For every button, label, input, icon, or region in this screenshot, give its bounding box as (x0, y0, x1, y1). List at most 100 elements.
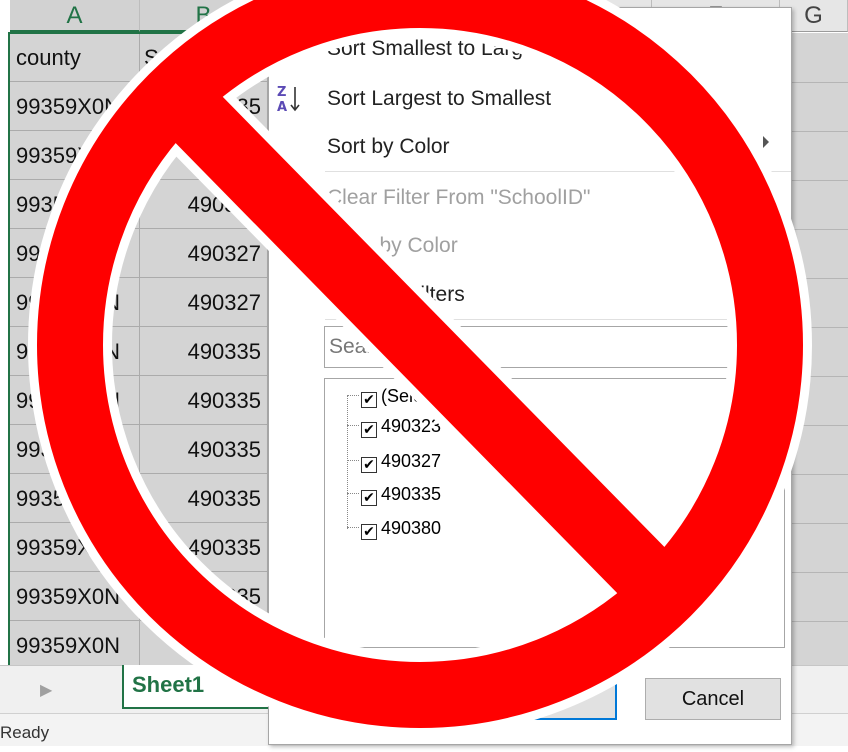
cell-schoolid[interactable]: 490335 (140, 327, 268, 376)
status-text: Ready (0, 723, 50, 742)
table-row: 99359X0N 490335 (10, 82, 268, 131)
cell-schoolid[interactable]: 490335 (140, 180, 268, 229)
tree-line (347, 395, 348, 529)
svg-text:A: A (277, 35, 287, 50)
cell-county[interactable]: 99359X0N (10, 278, 140, 327)
cell-county[interactable]: 99359X0N (10, 376, 140, 425)
filter-value-list: ✔ (Select All) ✔ 490323 ✔ 490327 ✔ 490335 ✔ 4… (324, 378, 785, 648)
menu-number-filters[interactable]: Number Filters (269, 271, 791, 319)
cell-header-county[interactable]: county (10, 33, 140, 82)
svg-text:A: A (277, 100, 287, 115)
sort-descending-icon: ZA (275, 83, 305, 115)
checkbox-checked-icon: ✔ (361, 490, 377, 506)
cell-county[interactable]: 99359X0N (10, 82, 140, 131)
gridline (790, 278, 848, 279)
checkbox-checked-icon: ✔ (361, 392, 377, 408)
tree-line (347, 460, 359, 461)
table-row: 99359X0N 490335 (10, 180, 268, 229)
table-row: 99359X0N 490327 (10, 229, 268, 278)
cell-schoolid[interactable]: 490335 (140, 376, 268, 425)
menu-clear-filter[interactable]: Clear Filter From "SchoolID" (269, 174, 791, 222)
cell-schoolid[interactable]: 490335 (140, 474, 268, 523)
tree-line (347, 527, 359, 528)
cell-schoolid[interactable]: 490335 (140, 82, 268, 131)
table-row: 99359X0N 490335 (10, 474, 268, 523)
gridline (790, 572, 848, 573)
gridline (790, 474, 848, 475)
checkbox-checked-icon: ✔ (361, 422, 377, 438)
sheet-tab[interactable]: Sheet1 (122, 665, 272, 709)
menu-label: Sort Largest to Smallest (327, 87, 552, 110)
checkbox-checked-icon: ✔ (361, 457, 377, 473)
gridline (790, 523, 848, 524)
filter-item-label: 490323 (381, 416, 442, 436)
cell-county[interactable]: 99359X0N (10, 327, 140, 376)
table-row: 99359X0N 490335 (10, 572, 268, 621)
tree-line (347, 425, 359, 426)
cell-county[interactable]: 99359X0N (10, 572, 140, 621)
cell-schoolid[interactable]: 490335 (140, 621, 268, 670)
menu-sort-by-color[interactable]: Sort by Color (269, 123, 791, 171)
column-header-a[interactable]: A (10, 0, 140, 32)
gridline (790, 131, 848, 132)
search-input[interactable]: Search (324, 326, 780, 368)
cell-schoolid[interactable]: 490335 (140, 425, 268, 474)
cell-schoolid[interactable]: 490335 (140, 131, 268, 180)
menu-filter-by-color[interactable]: Filter by Color (269, 222, 791, 270)
menu-separator (325, 319, 791, 320)
tab-scroll-right-icon[interactable]: ▶ (40, 680, 52, 700)
filter-item[interactable]: ✔ 490380 (361, 514, 441, 542)
search-icon (749, 333, 775, 375)
gridline (790, 425, 848, 426)
menu-sort-descending[interactable]: ZA Sort Largest to Smallest (269, 75, 791, 123)
cell-schoolid[interactable]: 490327 (140, 278, 268, 327)
cancel-button[interactable]: Cancel (645, 678, 781, 720)
cell-county[interactable]: 99359X0N (10, 131, 140, 180)
checkbox-checked-icon: ✔ (361, 524, 377, 540)
cell-schoolid[interactable]: 490335 (140, 523, 268, 572)
header-row: county SchoolID (10, 33, 268, 82)
column-header-b[interactable]: B (140, 0, 268, 32)
table-row: 99359X0N 490335 (10, 327, 268, 376)
table-row: 99359X0N 490335 (10, 376, 268, 425)
table-row: 99359X0N 490335 (10, 621, 268, 670)
table-row: 99359X0N 490335 (10, 523, 268, 572)
ok-button[interactable]: OK (487, 678, 617, 720)
cell-county[interactable]: 99359X0N (10, 621, 140, 670)
gridline (790, 229, 848, 230)
tree-line (347, 395, 359, 396)
gridline (790, 82, 848, 83)
menu-separator (325, 171, 791, 172)
gridline (790, 621, 848, 622)
chevron-down-icon (240, 56, 252, 62)
gridline (790, 327, 848, 328)
menu-sort-ascending[interactable]: AZ Sort Smallest to Largest (269, 25, 791, 73)
svg-text:Z: Z (277, 50, 286, 65)
cell-schoolid[interactable]: 490335 (140, 572, 268, 621)
tree-line (347, 493, 359, 494)
cell-grid: county SchoolID 99359X0N 490335 99359X0N 4… (10, 33, 268, 670)
cell-county[interactable]: 99359X0N (10, 229, 140, 278)
selected-column-area (790, 33, 848, 665)
filter-item[interactable]: ✔ 490323 (361, 412, 441, 440)
filter-item[interactable]: ✔ 490327 (361, 447, 441, 475)
menu-label: Sort by Color (327, 135, 450, 158)
cell-county[interactable]: 99359X0N (10, 523, 140, 572)
search-placeholder: Search (329, 335, 396, 358)
filter-item-label: 490335 (381, 484, 442, 504)
cell-county[interactable]: 99359X0N (10, 425, 140, 474)
menu-label: Clear Filter From "SchoolID" (327, 186, 591, 209)
menu-label: Sort Smallest to Largest (327, 37, 552, 60)
gridline (790, 376, 848, 377)
filter-item[interactable]: ✔ 490335 (361, 480, 441, 508)
menu-label: Number Filters (327, 283, 465, 306)
cell-county[interactable]: 99359X0N (10, 474, 140, 523)
mouse-pointer-icon (170, 63, 188, 95)
gridline (790, 180, 848, 181)
filter-dropdown-button[interactable] (233, 43, 257, 73)
filter-select-all[interactable]: ✔ (Select All) (361, 382, 467, 410)
cell-schoolid[interactable]: 490327 (140, 229, 268, 278)
filter-item-label: 490327 (381, 451, 442, 471)
cell-county[interactable]: 99359X0N (10, 180, 140, 229)
table-row: 99359X0N 490335 (10, 425, 268, 474)
